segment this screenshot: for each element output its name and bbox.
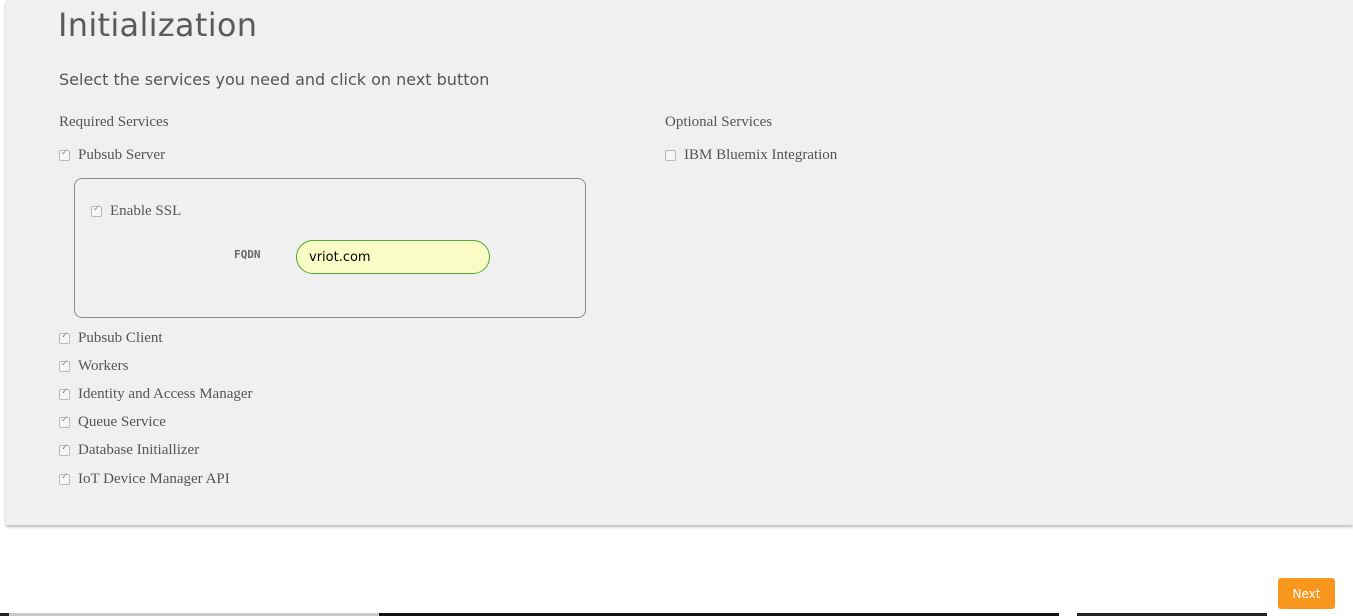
queue-service-checkbox[interactable]: [59, 415, 70, 428]
database-initializer-checkbox[interactable]: [59, 443, 70, 456]
pubsub-server-checkbox[interactable]: [59, 148, 70, 161]
queue-service-label: Queue Service: [78, 414, 166, 430]
pubsub-client-option: Pubsub Client: [59, 330, 163, 347]
iot-device-manager-api-option: IoT Device Manager API: [59, 471, 230, 488]
pubsub-server-option: Pubsub Server: [59, 147, 165, 164]
identity-access-manager-label: Identity and Access Manager: [78, 386, 253, 402]
optional-services-label: Optional Services: [665, 114, 773, 130]
required-services-label: Required Services: [59, 114, 169, 130]
database-initializer-option: Database Initiallizer: [59, 442, 199, 459]
iot-device-manager-api-label: IoT Device Manager API: [78, 471, 230, 487]
page-title: Initialization: [58, 6, 258, 44]
next-button[interactable]: Next: [1278, 578, 1335, 609]
page-subtitle: Select the services you need and click o…: [59, 70, 490, 89]
fqdn-label: FQDN: [234, 248, 261, 261]
enable-ssl-checkbox[interactable]: [91, 204, 102, 217]
workers-checkbox[interactable]: [59, 359, 70, 372]
iot-device-manager-api-checkbox[interactable]: [59, 472, 70, 485]
pubsub-server-label: Pubsub Server: [78, 147, 166, 163]
ibm-bluemix-checkbox[interactable]: [665, 150, 676, 161]
database-initializer-label: Database Initiallizer: [78, 442, 200, 458]
identity-access-manager-checkbox[interactable]: [59, 387, 70, 400]
ibm-bluemix-label: IBM Bluemix Integration: [684, 147, 838, 163]
queue-service-option: Queue Service: [59, 414, 166, 431]
fqdn-input[interactable]: [296, 240, 490, 274]
pubsub-client-checkbox[interactable]: [59, 331, 70, 344]
enable-ssl-label: Enable SSL: [110, 203, 182, 219]
workers-label: Workers: [78, 358, 129, 374]
workers-option: Workers: [59, 358, 128, 375]
pubsub-client-label: Pubsub Client: [78, 330, 163, 346]
ibm-bluemix-option: IBM Bluemix Integration: [665, 147, 837, 164]
enable-ssl-option: Enable SSL: [91, 203, 181, 220]
identity-access-manager-option: Identity and Access Manager: [59, 386, 253, 403]
